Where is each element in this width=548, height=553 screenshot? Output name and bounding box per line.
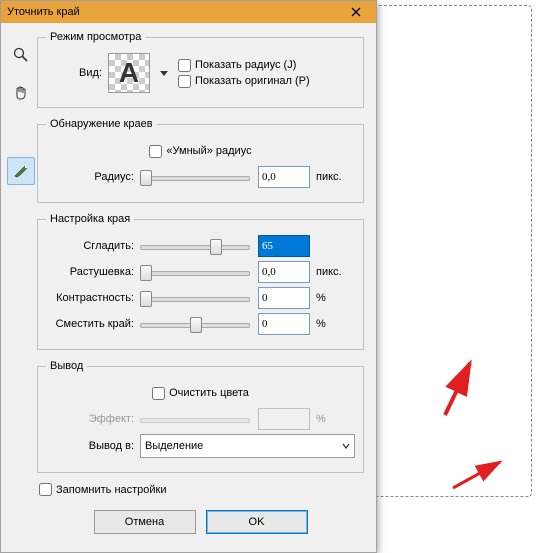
feather-slider[interactable] xyxy=(140,263,250,281)
smooth-slider[interactable] xyxy=(140,237,250,255)
view-label: Вид: xyxy=(46,67,108,79)
close-button[interactable] xyxy=(336,1,376,23)
zoom-tool[interactable] xyxy=(7,41,35,69)
decontaminate-checkbox[interactable] xyxy=(152,387,165,400)
feather-label: Растушевка: xyxy=(46,266,140,278)
radius-slider[interactable] xyxy=(140,168,250,186)
hand-icon xyxy=(13,85,29,101)
radius-unit: пикс. xyxy=(316,171,342,183)
radius-label: Радиус: xyxy=(46,171,140,183)
brush-icon xyxy=(12,162,30,180)
effect-label: Эффект: xyxy=(46,413,140,425)
refine-brush-tool[interactable] xyxy=(7,157,35,185)
show-original-check[interactable]: Показать оригинал (P) xyxy=(178,75,310,88)
view-mode-legend: Режим просмотра xyxy=(46,31,145,43)
feather-unit: пикс. xyxy=(316,266,342,278)
refine-edge-dialog: Уточнить край Режим просмотра Вид: xyxy=(0,0,377,553)
dropdown-arrow-icon[interactable] xyxy=(160,69,168,77)
chevron-down-icon xyxy=(342,442,350,450)
decontaminate-check[interactable]: Очистить цвета xyxy=(152,387,249,400)
effect-unit: % xyxy=(316,413,326,425)
contrast-slider[interactable] xyxy=(140,289,250,307)
feather-input[interactable] xyxy=(258,261,310,283)
radius-input[interactable] xyxy=(258,166,310,188)
hand-tool[interactable] xyxy=(7,79,35,107)
smart-radius-checkbox[interactable] xyxy=(149,145,162,158)
shift-unit: % xyxy=(316,318,326,330)
smart-radius-check[interactable]: «Умный» радиус xyxy=(149,145,251,158)
contrast-input[interactable] xyxy=(258,287,310,309)
output-to-select[interactable]: Выделение xyxy=(140,434,355,458)
thumb-letter: A xyxy=(119,57,139,89)
view-thumbnail[interactable]: A xyxy=(108,53,150,93)
edge-detection-legend: Обнаружение краев xyxy=(46,118,157,130)
edge-detection-group: Обнаружение краев «Умный» радиус Радиус:… xyxy=(37,118,364,203)
selection-marquee xyxy=(370,5,532,497)
smooth-label: Сгладить: xyxy=(46,240,140,252)
window-title: Уточнить край xyxy=(7,6,80,18)
remember-settings-checkbox[interactable] xyxy=(39,483,52,496)
shift-input[interactable] xyxy=(258,313,310,335)
output-group: Вывод Очистить цвета Эффект: % Вывод в: … xyxy=(37,360,364,473)
contrast-unit: % xyxy=(316,292,326,304)
show-radius-checkbox[interactable] xyxy=(178,59,191,72)
view-mode-group: Режим просмотра Вид: A Показать радиус (… xyxy=(37,31,364,108)
magnifier-icon xyxy=(13,47,29,63)
close-icon xyxy=(351,7,361,17)
ok-button[interactable]: OK xyxy=(206,510,308,534)
shift-label: Сместить край: xyxy=(46,318,140,330)
effect-slider xyxy=(140,410,250,428)
show-radius-check[interactable]: Показать радиус (J) xyxy=(178,59,310,72)
show-original-checkbox[interactable] xyxy=(178,75,191,88)
output-to-label: Вывод в: xyxy=(46,440,140,452)
titlebar[interactable]: Уточнить край xyxy=(1,1,376,23)
output-legend: Вывод xyxy=(46,360,87,372)
adjust-edge-legend: Настройка края xyxy=(46,213,134,225)
shift-slider[interactable] xyxy=(140,315,250,333)
remember-settings-check[interactable]: Запомнить настройки xyxy=(39,483,364,496)
effect-input xyxy=(258,408,310,430)
cancel-button[interactable]: Отмена xyxy=(94,510,196,534)
tool-column xyxy=(5,31,37,544)
canvas-preview: A xyxy=(370,0,548,520)
adjust-edge-group: Настройка края Сгладить: Растушевка: пик… xyxy=(37,213,364,350)
smooth-input[interactable] xyxy=(258,235,310,257)
contrast-label: Контрастность: xyxy=(46,292,140,304)
